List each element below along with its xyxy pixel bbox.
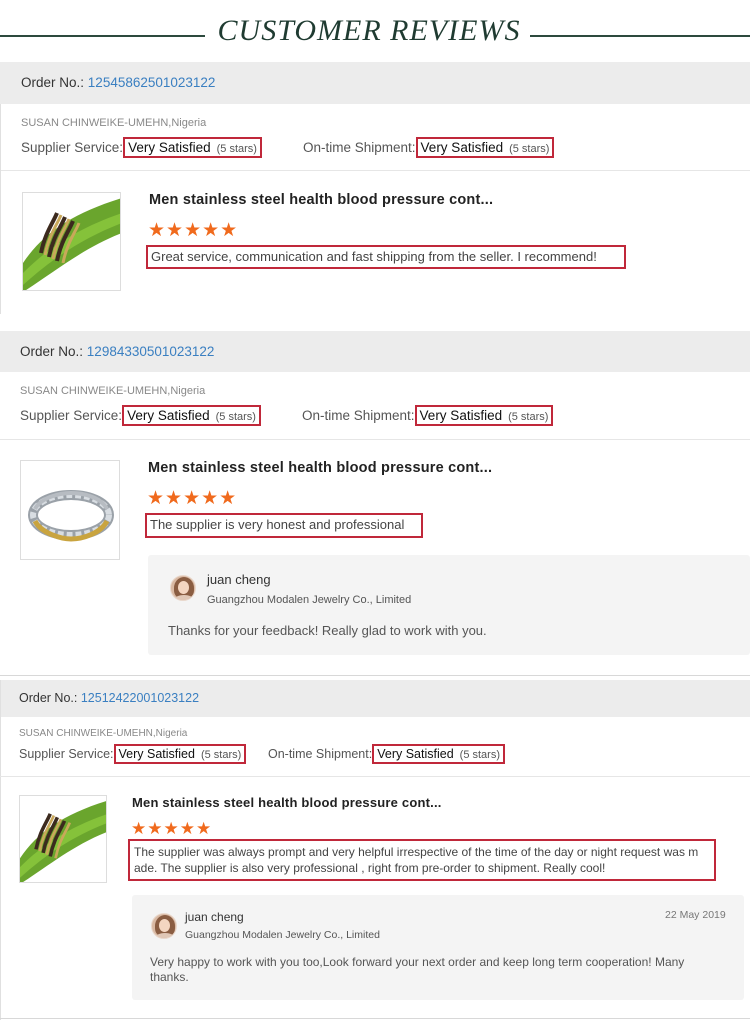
buyer-name: SUSAN CHINWEIKE-UMEHN,Nigeria: [20, 385, 206, 397]
seller-reply-line: Very happy to work with you too,Look for…: [150, 955, 685, 969]
shipment-label: On-time Shipment:: [302, 408, 415, 423]
product-thumbnail[interactable]: [19, 795, 107, 883]
seller-company: Guangzhou Modalen Jewelry Co., Limited: [207, 594, 412, 606]
supplier-service-label: Supplier Service:: [20, 408, 123, 423]
seller-reply-text: Thanks for your feedback! Really glad to…: [168, 623, 487, 638]
order-bar: Order No.: 12545862501023122: [0, 62, 750, 104]
supplier-service-rating: Supplier Service: Very Satisfied (5 stars): [20, 405, 261, 426]
buyer-name: SUSAN CHINWEIKE-UMEHN,Nigeria: [19, 728, 188, 739]
seller-reply: juan cheng Guangzhou Modalen Jewelry Co.…: [132, 895, 744, 1000]
shipment-rating: On-time Shipment: Very Satisfied (5 stars): [268, 744, 505, 764]
order-number-link[interactable]: 12984330501023122: [87, 344, 215, 359]
star-rating: ★★★★★: [147, 488, 238, 509]
divider: [0, 170, 750, 171]
order-bar: Order No.: 12512422001023122: [0, 680, 750, 717]
review-comment: The supplier is very honest and professi…: [145, 513, 423, 538]
seller-name: juan cheng: [185, 910, 244, 924]
shipment-value: Very Satisfied (5 stars): [372, 744, 505, 764]
divider: [0, 776, 750, 777]
card-edge: [0, 104, 1, 314]
reviews-banner: CUSTOMER REVIEWS: [0, 0, 750, 62]
order-bar: Order No.: 12984330501023122: [0, 331, 750, 372]
divider: [0, 439, 750, 440]
shipment-value: Very Satisfied (5 stars): [414, 405, 554, 426]
shipment-label: On-time Shipment:: [303, 140, 416, 155]
product-title-link[interactable]: Men stainless steel health blood pressur…: [132, 795, 442, 810]
seller-reply-text: Very happy to work with you too,Look for…: [150, 955, 730, 985]
seller-avatar: [170, 575, 196, 601]
star-rating: ★★★★★: [131, 819, 213, 838]
card-edge: [0, 680, 1, 1020]
seller-company: Guangzhou Modalen Jewelry Co., Limited: [185, 929, 380, 941]
product-title-link[interactable]: Men stainless steel health blood pressur…: [148, 460, 492, 476]
seller-avatar: [151, 913, 177, 939]
order-label: Order No.: 12545862501023122: [21, 75, 216, 90]
order-label: Order No.: 12512422001023122: [19, 691, 200, 705]
banner-right-rule: [530, 35, 750, 37]
order-number-link[interactable]: 12545862501023122: [88, 75, 216, 90]
supplier-service-value: Very Satisfied (5 stars): [123, 137, 262, 158]
review-comment: Great service, communication and fast sh…: [146, 245, 626, 269]
green-bracelet-photo-icon: [23, 193, 120, 290]
star-rating: ★★★★★: [148, 220, 239, 241]
product-thumbnail[interactable]: [22, 192, 121, 291]
green-bracelet-photo-icon: [20, 796, 106, 882]
buyer-name: SUSAN CHINWEIKE-UMEHN,Nigeria: [21, 117, 207, 129]
shipment-rating: On-time Shipment: Very Satisfied (5 stars): [302, 405, 554, 426]
divider: [0, 1018, 750, 1019]
supplier-service-label: Supplier Service:: [19, 747, 114, 761]
silver-bracelet-photo-icon: [21, 461, 119, 559]
supplier-service-value: Very Satisfied (5 stars): [122, 405, 261, 426]
seller-reply: juan cheng Guangzhou Modalen Jewelry Co.…: [148, 555, 750, 655]
product-title-link[interactable]: Men stainless steel health blood pressur…: [149, 192, 493, 208]
divider: [0, 675, 750, 676]
supplier-service-rating: Supplier Service: Very Satisfied (5 stars): [21, 137, 262, 158]
order-label: Order No.: 12984330501023122: [20, 344, 215, 359]
supplier-service-value: Very Satisfied (5 stars): [113, 744, 247, 764]
seller-reply-line: thanks.: [150, 970, 189, 984]
supplier-service-label: Supplier Service:: [21, 140, 124, 155]
reply-date: 22 May 2019: [665, 909, 726, 921]
order-number-link[interactable]: 12512422001023122: [81, 691, 199, 705]
review-comment: The supplier was always prompt and very …: [128, 839, 716, 881]
review-comment-line: The supplier was always prompt and very …: [134, 845, 699, 859]
shipment-label: On-time Shipment:: [268, 747, 373, 761]
banner-left-rule: [0, 35, 205, 37]
shipment-value: Very Satisfied (5 stars): [415, 137, 555, 158]
page-title: CUSTOMER REVIEWS: [217, 14, 521, 47]
seller-name: juan cheng: [207, 572, 271, 587]
supplier-service-rating: Supplier Service: Very Satisfied (5 stars): [19, 744, 247, 764]
product-thumbnail[interactable]: [20, 460, 120, 560]
review-comment-line: ade. The supplier is also very professio…: [134, 861, 606, 875]
shipment-rating: On-time Shipment: Very Satisfied (5 stars): [303, 137, 555, 158]
